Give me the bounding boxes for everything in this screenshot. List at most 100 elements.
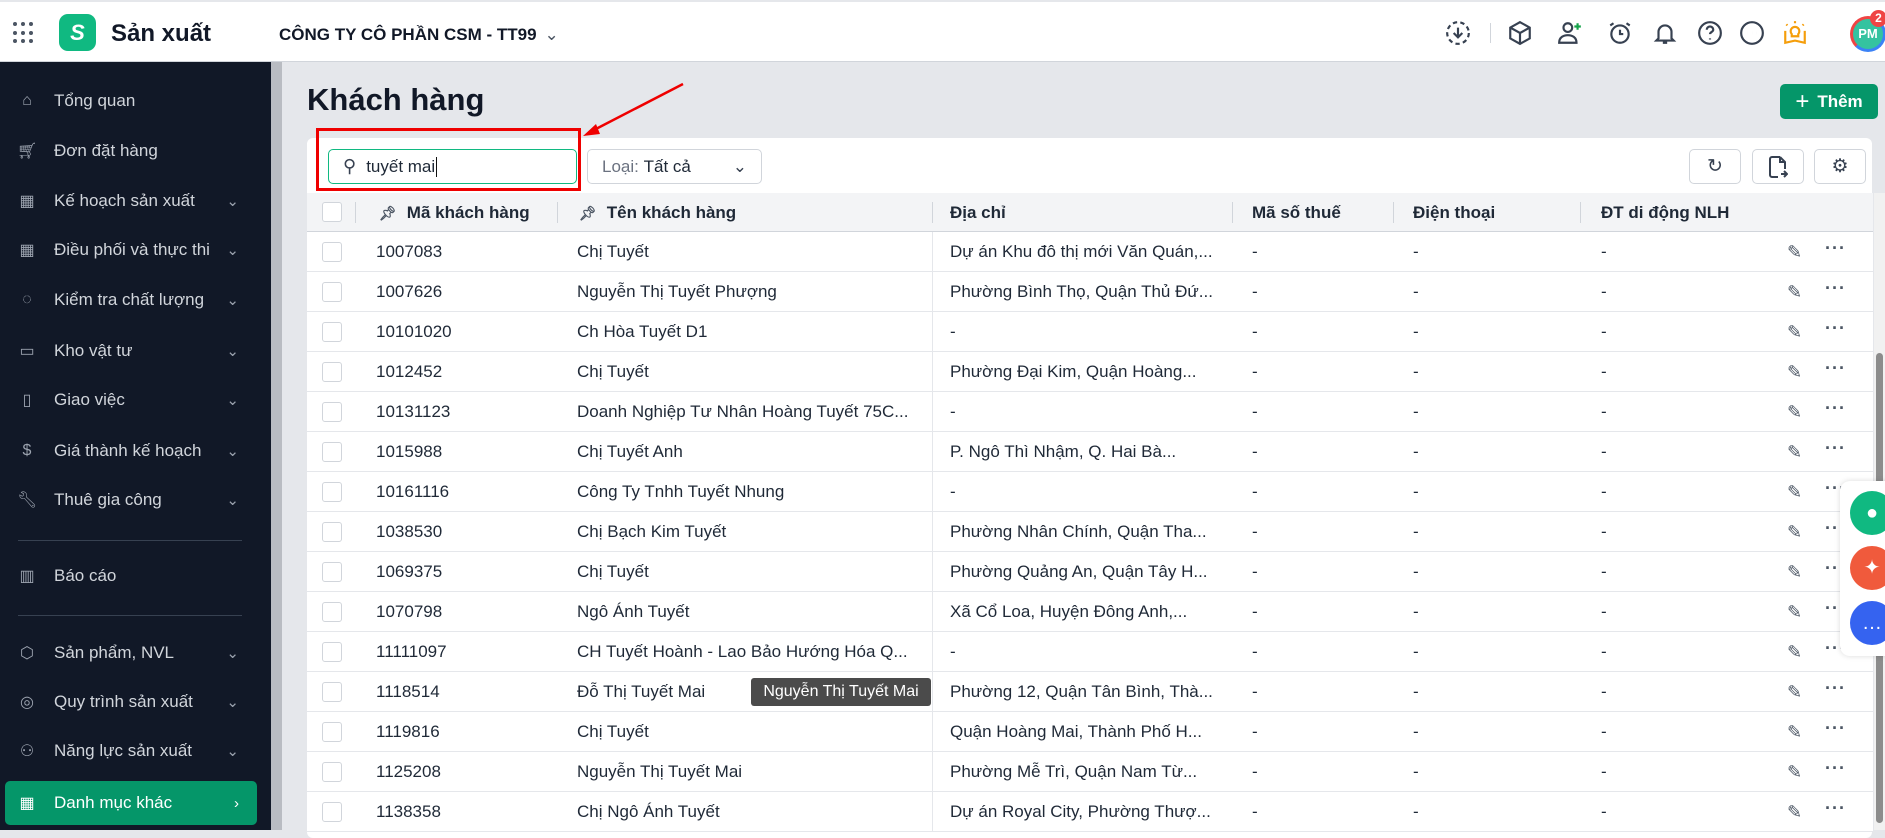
edit-icon[interactable]: ✎: [1787, 642, 1802, 663]
download-icon[interactable]: [1444, 19, 1472, 47]
refresh-button[interactable]: ↻: [1689, 149, 1741, 184]
more-icon[interactable]: [1738, 19, 1766, 47]
edit-icon[interactable]: ✎: [1787, 722, 1802, 743]
ai-sparkle-icon[interactable]: ✦: [1850, 546, 1885, 590]
settings-button[interactable]: ⚙: [1814, 149, 1866, 184]
bulb-book-icon[interactable]: [1781, 19, 1809, 47]
sidebar-item[interactable]: ◌ Kiểm tra chất lượng ⌄: [5, 278, 257, 322]
table-row[interactable]: 1007626 Nguyễn Thị Tuyết Phượng Phường Bìn…: [307, 272, 1873, 312]
gear-icon: ⚙: [1831, 156, 1849, 177]
more-actions-icon[interactable]: ···: [1825, 758, 1846, 779]
sidebar-item[interactable]: ▦ Danh mục khác ›: [5, 781, 257, 825]
edit-icon[interactable]: ✎: [1787, 802, 1802, 823]
edit-icon[interactable]: ✎: [1787, 242, 1802, 263]
add-button[interactable]: + Thêm: [1780, 84, 1878, 119]
column-header-mobile[interactable]: ĐT di động NLH: [1601, 193, 1729, 232]
sidebar-item[interactable]: 🛒︎ Đơn đặt hàng: [5, 129, 257, 173]
grid-icon: ▦: [19, 795, 35, 812]
row-checkbox[interactable]: [322, 602, 342, 622]
sidebar-item[interactable]: ⬡ Sản phẩm, NVL ⌄: [5, 631, 257, 675]
pin-icon[interactable]: 📌︎: [379, 205, 397, 221]
table-row[interactable]: 1007083 Chị Tuyết Dự án Khu đô thị mới Văn…: [307, 232, 1873, 272]
column-header-address[interactable]: Địa chỉ: [950, 193, 1006, 232]
row-checkbox[interactable]: [322, 762, 342, 782]
alarm-icon[interactable]: [1606, 19, 1634, 47]
bell-icon[interactable]: [1651, 19, 1679, 47]
more-actions-icon[interactable]: ···: [1825, 278, 1846, 299]
row-checkbox[interactable]: [322, 482, 342, 502]
table-row[interactable]: 10131123 Doanh Nghiệp Tư Nhân Hoàng Tuyết…: [307, 392, 1873, 432]
edit-icon[interactable]: ✎: [1787, 682, 1802, 703]
sidebar-item[interactable]: $ Giá thành kế hoạch ⌄: [5, 429, 257, 473]
sidebar-item[interactable]: 🔧︎ Thuê gia công ⌄: [5, 478, 257, 522]
edit-icon[interactable]: ✎: [1787, 282, 1802, 303]
row-checkbox[interactable]: [322, 442, 342, 462]
box-icon[interactable]: [1506, 19, 1534, 47]
table-row[interactable]: 1070798 Ngô Ánh Tuyết Xã Cổ Loa, Huyện Đôn…: [307, 592, 1873, 632]
row-checkbox[interactable]: [322, 282, 342, 302]
row-checkbox[interactable]: [322, 522, 342, 542]
sidebar-item[interactable]: ▭ Kho vật tư ⌄: [5, 329, 257, 373]
sidebar-item[interactable]: ⌂ Tổng quan: [5, 79, 257, 123]
help-icon[interactable]: [1696, 19, 1724, 47]
edit-icon[interactable]: ✎: [1787, 482, 1802, 503]
table-row[interactable]: 1125208 Nguyễn Thị Tuyết Mai Phường Mễ Trì…: [307, 752, 1873, 792]
table-row[interactable]: 1119816 Chị Tuyết Quận Hoàng Mai, Thành Ph…: [307, 712, 1873, 752]
type-filter-dropdown[interactable]: Loại: Tất cả ⌄: [587, 149, 762, 184]
column-header-code[interactable]: 📌︎ Mã khách hàng: [379, 193, 530, 232]
cell: -: [1252, 322, 1258, 341]
sidebar-item[interactable]: ⚇ Năng lực sản xuất ⌄: [5, 729, 257, 773]
table-row[interactable]: 10161116 Công Ty Tnhh Tuyết Nhung - - - - ✎ ···: [307, 472, 1873, 512]
more-actions-icon[interactable]: ···: [1825, 318, 1846, 339]
more-actions-icon[interactable]: ···: [1825, 798, 1846, 819]
sidebar-item[interactable]: ◎ Quy trình sản xuất ⌄: [5, 680, 257, 724]
more-actions-icon[interactable]: ···: [1825, 718, 1846, 739]
table-row[interactable]: 10101020 Ch Hòa Tuyết D1 - - - - ✎ ···: [307, 312, 1873, 352]
edit-icon[interactable]: ✎: [1787, 762, 1802, 783]
column-header-name[interactable]: 📌︎ Tên khách hàng: [579, 193, 736, 232]
column-header-phone[interactable]: Điện thoại: [1413, 193, 1495, 232]
edit-icon[interactable]: ✎: [1787, 522, 1802, 543]
more-actions-icon[interactable]: ···: [1825, 358, 1846, 379]
export-button[interactable]: [1752, 149, 1804, 184]
more-actions-icon[interactable]: ···: [1825, 238, 1846, 259]
table-row[interactable]: 1015988 Chị Tuyết Anh P. Ngô Thì Nhậm, Q. …: [307, 432, 1873, 472]
app-launcher-icon[interactable]: [13, 22, 35, 44]
table-row[interactable]: 1118514 Đỗ Thị Tuyết Mai Phường 12, Quận T…: [307, 672, 1873, 712]
table-row[interactable]: 1138358 Chị Ngô Ánh Tuyết Dự án Royal City…: [307, 792, 1873, 832]
edit-icon[interactable]: ✎: [1787, 402, 1802, 423]
edit-icon[interactable]: ✎: [1787, 602, 1802, 623]
message-icon[interactable]: …: [1850, 601, 1885, 645]
row-checkbox[interactable]: [322, 802, 342, 822]
row-checkbox[interactable]: [322, 642, 342, 662]
chat-bot-icon[interactable]: ●: [1850, 491, 1885, 535]
more-actions-icon[interactable]: ···: [1825, 398, 1846, 419]
select-all-checkbox[interactable]: [322, 202, 342, 222]
row-checkbox[interactable]: [322, 242, 342, 262]
edit-icon[interactable]: ✎: [1787, 322, 1802, 343]
row-checkbox[interactable]: [322, 402, 342, 422]
edit-icon[interactable]: ✎: [1787, 442, 1802, 463]
column-header-tax-code[interactable]: Mã số thuế: [1252, 193, 1341, 232]
table-row[interactable]: 1012452 Chị Tuyết Phường Đại Kim, Quận Hoà…: [307, 352, 1873, 392]
pin-icon[interactable]: 📌︎: [579, 205, 597, 221]
company-selector[interactable]: CÔNG TY CÔ PHẦN CSM - TT99 ⌄: [279, 25, 559, 45]
row-checkbox[interactable]: [322, 682, 342, 702]
sidebar-scrollbar[interactable]: [271, 62, 282, 830]
row-checkbox[interactable]: [322, 722, 342, 742]
sidebar-item[interactable]: ▥ Báo cáo: [5, 554, 257, 598]
table-row[interactable]: 1038530 Chị Bạch Kim Tuyết Phường Nhân Chí…: [307, 512, 1873, 552]
table-row[interactable]: 11111097 CH Tuyết Hoành - Lao Bảo Hướng H…: [307, 632, 1873, 672]
row-checkbox[interactable]: [322, 322, 342, 342]
sidebar-item[interactable]: ▦ Điều phối và thực thi ⌄: [5, 228, 257, 272]
more-actions-icon[interactable]: ···: [1825, 678, 1846, 699]
row-checkbox[interactable]: [322, 562, 342, 582]
add-user-icon[interactable]: [1556, 19, 1584, 47]
edit-icon[interactable]: ✎: [1787, 562, 1802, 583]
sidebar-item[interactable]: ▦ Kế hoạch sản xuất ⌄: [5, 179, 257, 223]
row-checkbox[interactable]: [322, 362, 342, 382]
more-actions-icon[interactable]: ···: [1825, 438, 1846, 459]
sidebar-item[interactable]: ▯ Giao việc ⌄: [5, 378, 257, 422]
table-row[interactable]: 1069375 Chị Tuyết Phường Quảng An, Quận Tâ…: [307, 552, 1873, 592]
edit-icon[interactable]: ✎: [1787, 362, 1802, 383]
